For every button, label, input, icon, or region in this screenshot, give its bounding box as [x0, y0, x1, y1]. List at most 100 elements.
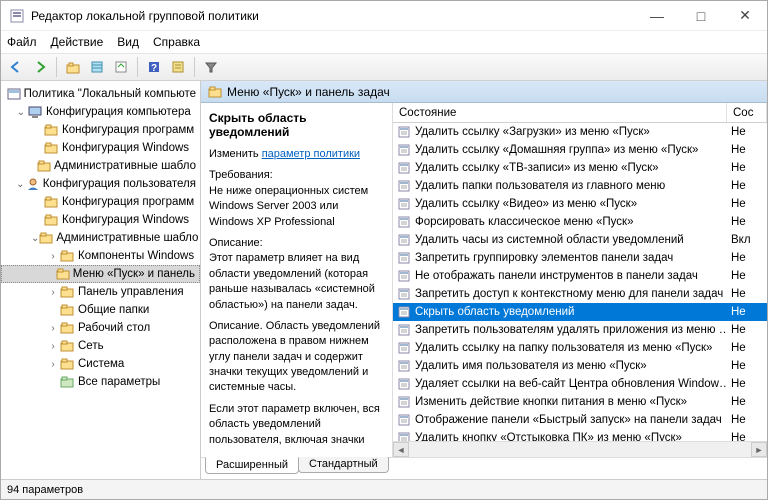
- policy-item-icon: [397, 287, 411, 301]
- expand-icon[interactable]: ›: [47, 287, 59, 298]
- list-row[interactable]: Удалить ссылку «ТВ-записи» из меню «Пуск…: [393, 159, 767, 177]
- list-row[interactable]: Запретить пользователям удалять приложен…: [393, 321, 767, 339]
- tree-label: Сеть: [78, 340, 104, 352]
- tree-label: Конфигурация компьютера: [46, 106, 191, 118]
- list-row[interactable]: Отображение панели «Быстрый запуск» на п…: [393, 411, 767, 429]
- folder-icon: [26, 176, 40, 192]
- expand-icon[interactable]: ⌄: [31, 233, 39, 244]
- row-label: Скрыть область уведомлений: [415, 306, 574, 318]
- row-label: Запретить группировку элементов панели з…: [415, 252, 673, 264]
- list-row[interactable]: Удаляет ссылки на веб-сайт Центра обновл…: [393, 375, 767, 393]
- expand-icon[interactable]: ›: [47, 323, 59, 334]
- policy-item-icon: [397, 125, 411, 139]
- list-row[interactable]: Не отображать панели инструментов в пане…: [393, 267, 767, 285]
- row-status: Не: [727, 216, 767, 228]
- filter-button[interactable]: [200, 56, 222, 78]
- menu-file[interactable]: Файл: [7, 35, 37, 49]
- expand-icon[interactable]: ⌄: [15, 107, 27, 118]
- tab-standard[interactable]: Стандартный: [298, 457, 389, 473]
- app-icon: [9, 8, 25, 24]
- menu-help[interactable]: Справка: [153, 35, 200, 49]
- tree-node[interactable]: › Сеть: [1, 337, 200, 355]
- menubar: Файл Действие Вид Справка: [1, 31, 767, 53]
- tree-node[interactable]: Административные шабло: [1, 157, 200, 175]
- list-row[interactable]: Удалить папки пользователя из главного м…: [393, 177, 767, 195]
- list-row[interactable]: Удалить кнопку «Отстыковка ПК» из меню «…: [393, 429, 767, 441]
- scroll-left-icon[interactable]: ◄: [393, 442, 409, 457]
- list-row[interactable]: Удалить ссылку «Домашняя группа» из меню…: [393, 141, 767, 159]
- policy-item-icon: [397, 305, 411, 319]
- minimize-button[interactable]: —: [635, 1, 679, 31]
- folder-icon: [59, 302, 75, 318]
- forward-button[interactable]: [29, 56, 51, 78]
- row-label: Удалить ссылку «Загрузки» из меню «Пуск»: [415, 126, 650, 138]
- tree-node[interactable]: Все параметры: [1, 373, 200, 391]
- tree-node[interactable]: ›Панель управления: [1, 283, 200, 301]
- view-tabs: Расширенный Стандартный: [201, 457, 767, 479]
- edit-policy-link[interactable]: параметр политики: [262, 148, 360, 160]
- tree-node[interactable]: Конфигурация Windows: [1, 211, 200, 229]
- row-status: Не: [727, 270, 767, 282]
- close-button[interactable]: ✕: [723, 1, 767, 31]
- tree-node[interactable]: Меню «Пуск» и панель: [1, 265, 200, 283]
- up-button[interactable]: [62, 56, 84, 78]
- list-row[interactable]: Запретить доступ к контекстному меню для…: [393, 285, 767, 303]
- tree-node[interactable]: ⌄ Конфигурация компьютера: [1, 103, 200, 121]
- list-body[interactable]: Удалить ссылку «Загрузки» из меню «Пуск»…: [393, 123, 767, 441]
- tree-node[interactable]: ⌄Конфигурация пользователя: [1, 175, 200, 193]
- tree-node[interactable]: Конфигурация программ: [1, 193, 200, 211]
- menu-view[interactable]: Вид: [117, 35, 139, 49]
- view-list-button[interactable]: [86, 56, 108, 78]
- list-row[interactable]: Удалить ссылку на папку пользователя из …: [393, 339, 767, 357]
- col-state[interactable]: Состояние: [393, 103, 727, 122]
- expand-icon[interactable]: ›: [47, 251, 59, 262]
- tree-node[interactable]: Конфигурация программ: [1, 121, 200, 139]
- setting-title: Скрыть область уведомлений: [209, 111, 384, 139]
- tree-root[interactable]: Политика "Локальный компьюте: [1, 85, 200, 103]
- tree-node[interactable]: ⌄Административные шабло: [1, 229, 200, 247]
- description-pane: Скрыть область уведомлений Изменить пара…: [201, 103, 393, 457]
- tree-node[interactable]: ›Система: [1, 355, 200, 373]
- scroll-right-icon[interactable]: ►: [751, 442, 767, 457]
- tree-label: Административные шабло: [54, 160, 196, 172]
- back-button[interactable]: [5, 56, 27, 78]
- col-status[interactable]: Сос: [727, 103, 767, 122]
- horizontal-scrollbar[interactable]: ◄ ►: [393, 441, 767, 457]
- expand-icon[interactable]: ›: [47, 359, 59, 370]
- expand-icon[interactable]: ⌄: [15, 179, 26, 190]
- folder-icon: [59, 248, 75, 264]
- list-row[interactable]: Форсировать классическое меню «Пуск»Не: [393, 213, 767, 231]
- tree-label: Конфигурация программ: [62, 196, 194, 208]
- list-row[interactable]: Запретить группировку элементов панели з…: [393, 249, 767, 267]
- list-row[interactable]: Скрыть область уведомленийНе: [393, 303, 767, 321]
- menu-action[interactable]: Действие: [51, 35, 104, 49]
- tree-node[interactable]: › Компоненты Windows: [1, 247, 200, 265]
- row-label: Запретить пользователям удалять приложен…: [415, 324, 727, 336]
- statusbar: 94 параметров: [1, 479, 767, 499]
- list-row[interactable]: Удалить имя пользователя из меню «Пуск»Н…: [393, 357, 767, 375]
- folder-icon: [59, 374, 75, 390]
- toolbar: ?: [1, 53, 767, 81]
- tree-node[interactable]: Конфигурация Windows: [1, 139, 200, 157]
- expand-icon[interactable]: ›: [47, 341, 59, 352]
- tree-node[interactable]: ›Рабочий стол: [1, 319, 200, 337]
- properties-button[interactable]: [167, 56, 189, 78]
- row-status: Не: [727, 360, 767, 372]
- export-button[interactable]: [110, 56, 132, 78]
- policy-item-icon: [397, 431, 411, 441]
- row-label: Удаляет ссылки на веб-сайт Центра обновл…: [415, 378, 727, 390]
- tab-extended[interactable]: Расширенный: [205, 457, 299, 474]
- policy-item-icon: [397, 341, 411, 355]
- tree-label: Компоненты Windows: [78, 250, 194, 262]
- folder-icon: [27, 104, 43, 120]
- maximize-button[interactable]: □: [679, 1, 723, 31]
- tree-pane[interactable]: Политика "Локальный компьюте ⌄Конфигурац…: [1, 81, 201, 479]
- list-row[interactable]: Удалить ссылку «Видео» из меню «Пуск»Не: [393, 195, 767, 213]
- list-row[interactable]: Удалить ссылку «Загрузки» из меню «Пуск»…: [393, 123, 767, 141]
- tree-node[interactable]: Общие папки: [1, 301, 200, 319]
- list-row[interactable]: Изменить действие кнопки питания в меню …: [393, 393, 767, 411]
- policy-item-icon: [397, 161, 411, 175]
- tree-label: Все параметры: [78, 376, 160, 388]
- help-button[interactable]: ?: [143, 56, 165, 78]
- list-row[interactable]: Удалить часы из системной области уведом…: [393, 231, 767, 249]
